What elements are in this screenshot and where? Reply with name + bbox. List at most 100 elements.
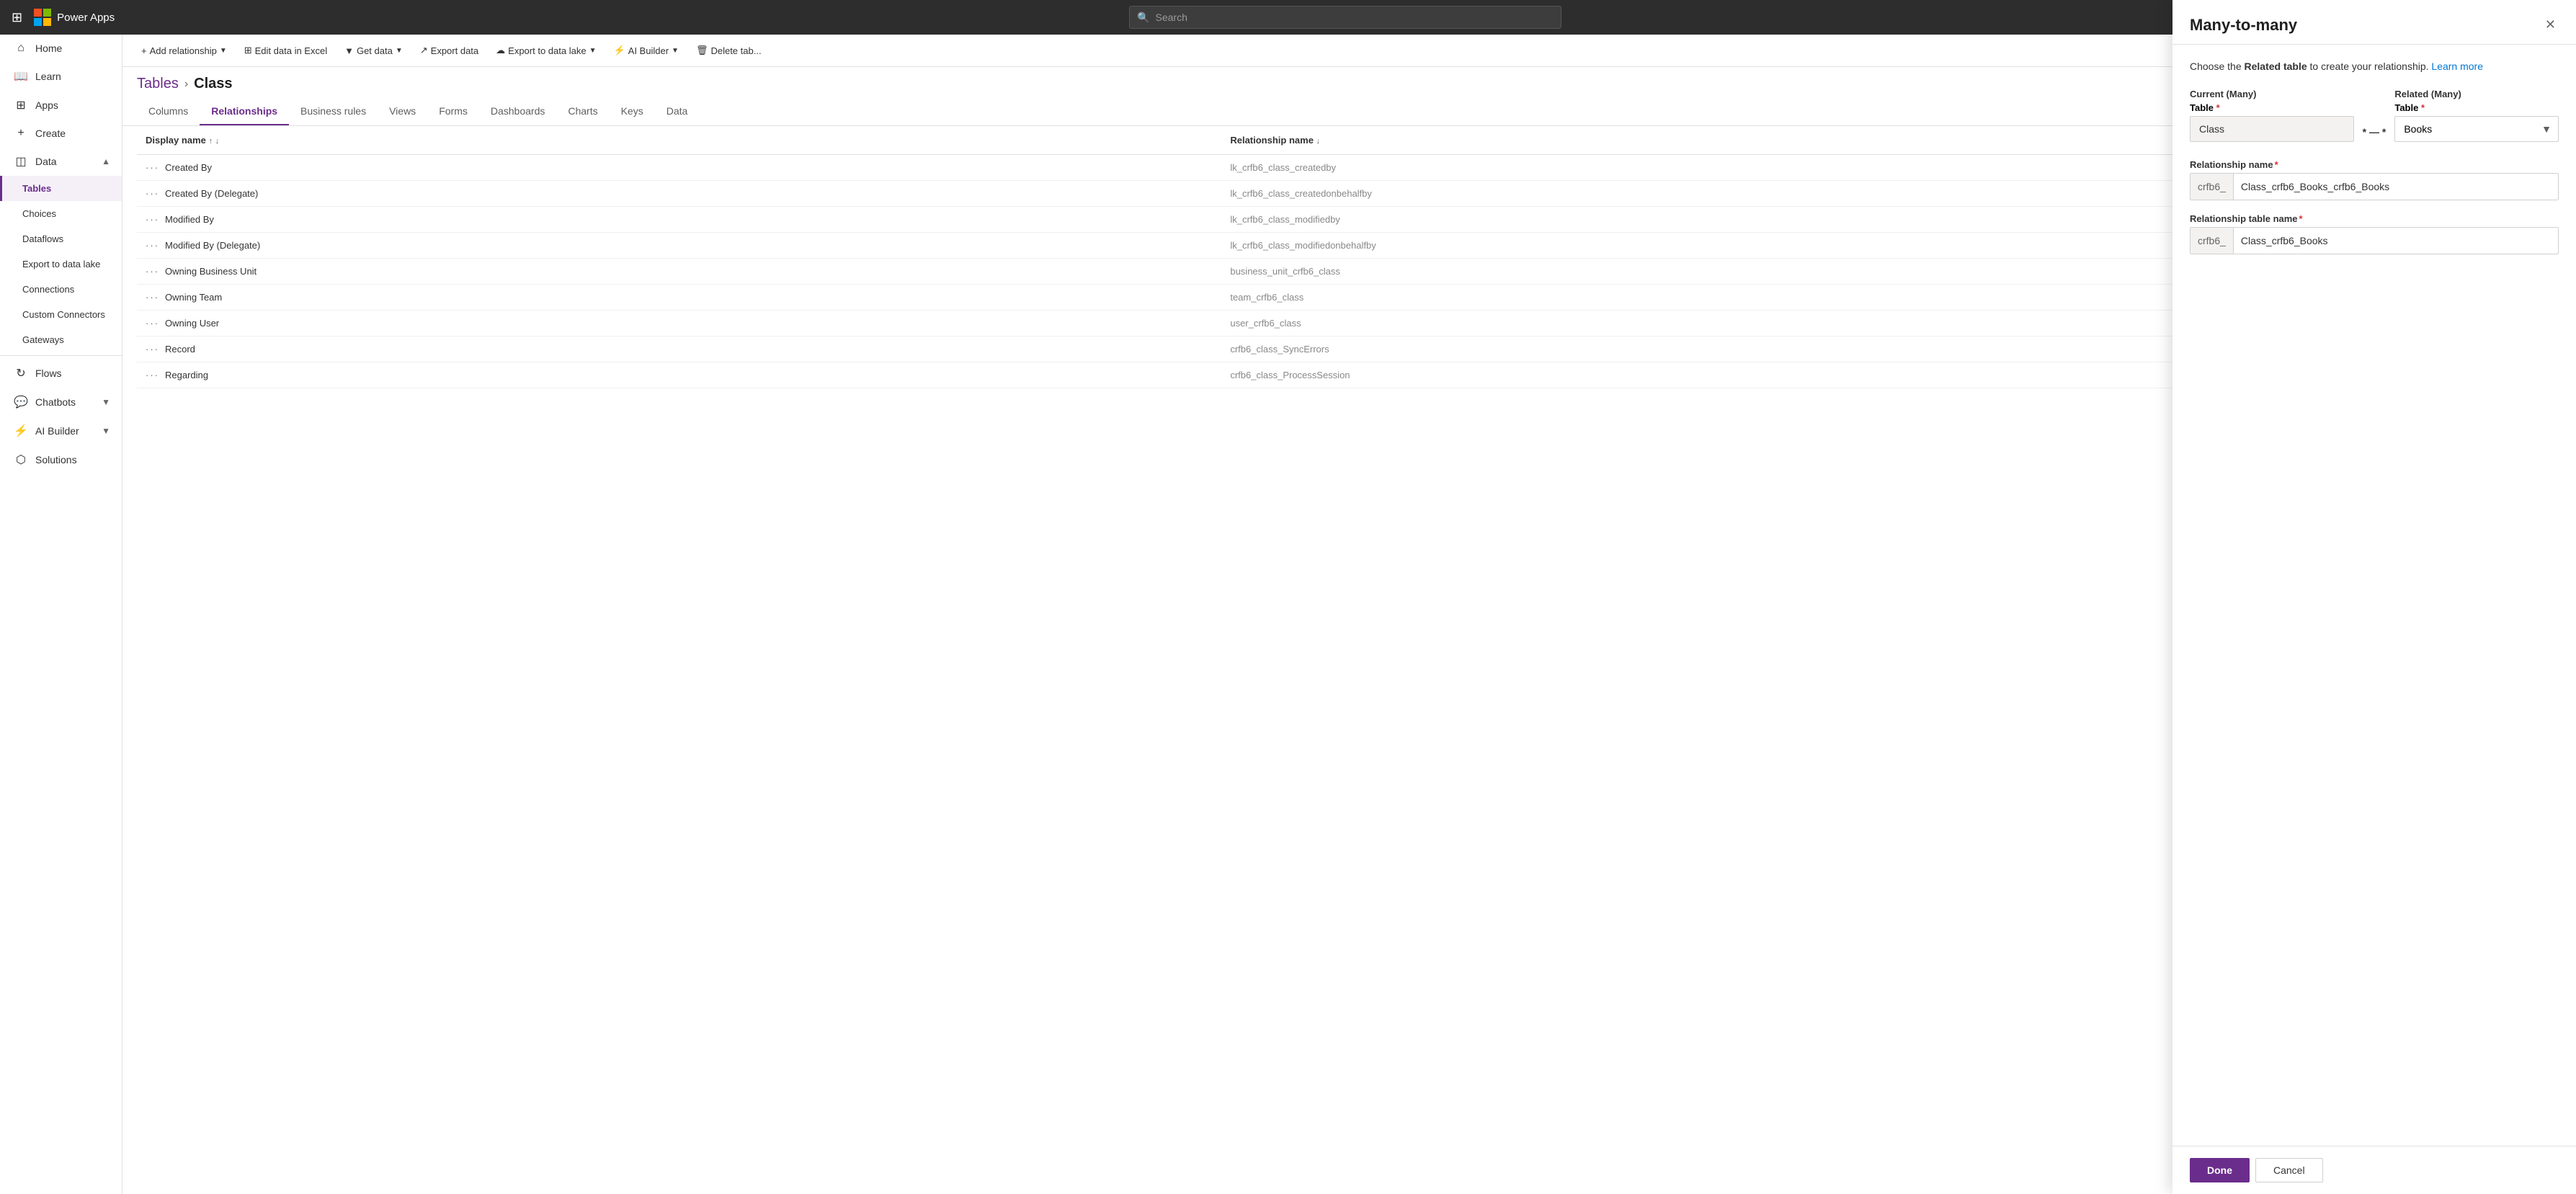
related-table-select-wrapper[interactable]: Books Account Contact Lead ▼: [2394, 116, 2559, 142]
display-name-cell: Created By: [165, 162, 212, 173]
tab-business-rules[interactable]: Business rules: [289, 98, 378, 125]
add-relationship-chevron-icon: ▼: [220, 47, 227, 55]
sidebar-item-export-lake[interactable]: Export to data lake: [0, 251, 122, 277]
tables-label: Tables: [22, 183, 51, 194]
row-actions[interactable]: ···: [146, 162, 159, 173]
edit-excel-label: Edit data in Excel: [255, 45, 327, 56]
dataflows-label: Dataflows: [22, 233, 63, 244]
current-table-col: Current (Many) Table * Class: [2190, 89, 2354, 142]
sidebar-item-gateways[interactable]: Gateways: [0, 327, 122, 352]
tab-dashboards[interactable]: Dashboards: [479, 98, 557, 125]
sidebar-item-chatbots[interactable]: 💬 Chatbots ▼: [0, 388, 122, 416]
chatbots-chevron-icon: ▼: [102, 397, 110, 407]
breadcrumb-parent[interactable]: Tables: [137, 76, 179, 92]
display-name-cell: Created By (Delegate): [165, 188, 258, 199]
row-actions[interactable]: ···: [146, 240, 159, 251]
cancel-button[interactable]: Cancel: [2255, 1158, 2323, 1182]
create-icon: +: [14, 127, 28, 140]
relationship-table-name-input[interactable]: [2234, 228, 2558, 254]
sidebar-item-dataflows[interactable]: Dataflows: [0, 226, 122, 251]
sidebar-item-flows[interactable]: ↻ Flows: [0, 359, 122, 388]
sidebar-item-custom-connectors[interactable]: Custom Connectors: [0, 302, 122, 327]
solutions-label: Solutions: [35, 454, 77, 465]
tab-data[interactable]: Data: [655, 98, 700, 125]
add-relationship-button[interactable]: + Add relationship ▼: [134, 41, 234, 61]
search-bar[interactable]: 🔍: [1129, 6, 1561, 29]
learn-more-link[interactable]: Learn more: [2431, 61, 2483, 72]
relationship-connector: * — *: [2363, 126, 2386, 142]
get-data-chevron-icon: ▼: [396, 47, 403, 55]
row-actions[interactable]: ···: [146, 318, 159, 329]
ai-icon: ⚡: [613, 45, 625, 56]
search-icon: 🔍: [1137, 12, 1149, 24]
panel-body: Choose the Related table to create your …: [2172, 45, 2576, 1146]
solutions-icon: ⬡: [14, 453, 28, 467]
connections-label: Connections: [22, 284, 74, 295]
display-name-cell: Record: [165, 344, 195, 355]
export-data-button[interactable]: ↗ Export data: [413, 40, 486, 61]
sidebar-item-tables[interactable]: Tables: [0, 176, 122, 201]
sidebar-item-create[interactable]: + Create: [0, 120, 122, 147]
sidebar-item-data[interactable]: ◫ Data ▲: [0, 147, 122, 176]
learn-icon: 📖: [14, 69, 28, 84]
sidebar-item-connections[interactable]: Connections: [0, 277, 122, 302]
relationship-name-input[interactable]: [2234, 174, 2558, 200]
delete-button[interactable]: 🗑 Delete tab...: [689, 40, 769, 61]
tab-columns[interactable]: Columns: [137, 98, 200, 125]
tab-charts[interactable]: Charts: [556, 98, 609, 125]
row-actions[interactable]: ···: [146, 266, 159, 277]
display-name-cell: Modified By (Delegate): [165, 240, 260, 251]
apps-icon: ⊞: [14, 98, 28, 112]
waffle-icon[interactable]: ⊞: [9, 7, 25, 28]
cloud-icon: ☁: [496, 45, 505, 56]
row-actions[interactable]: ···: [146, 370, 159, 380]
sidebar-item-ai-builder[interactable]: ⚡ AI Builder ▼: [0, 416, 122, 445]
related-table-select[interactable]: Books Account Contact Lead: [2394, 116, 2559, 142]
sidebar-item-label: Data: [35, 156, 57, 167]
relationship-table-name-prefix: crfb6_: [2191, 228, 2234, 254]
sidebar-item-choices[interactable]: Choices: [0, 201, 122, 226]
export-lake-label: Export to data lake: [508, 45, 586, 56]
flows-icon: ↻: [14, 366, 28, 380]
col-header-display-name[interactable]: Display name ↑ ↓: [137, 126, 1221, 155]
sidebar: ⌂ Home 📖 Learn ⊞ Apps + Create ◫ Data ▲ …: [0, 35, 122, 1194]
excel-icon: ⊞: [244, 45, 252, 56]
ai-builder-button[interactable]: ⚡ AI Builder ▼: [606, 40, 685, 61]
data-chevron-icon: ▲: [102, 156, 110, 166]
sort-asc-icon: ↑: [208, 137, 213, 146]
delete-label: Delete tab...: [710, 45, 761, 56]
get-data-button[interactable]: ▼ Get data ▼: [337, 41, 410, 61]
sidebar-item-label: Learn: [35, 71, 61, 82]
relationship-table-name-input-group[interactable]: crfb6_: [2190, 227, 2559, 254]
app-logo: Power Apps: [34, 9, 115, 26]
current-table-label: Table *: [2190, 102, 2354, 113]
choices-label: Choices: [22, 208, 56, 219]
delete-icon: 🗑: [696, 45, 708, 56]
row-actions[interactable]: ···: [146, 188, 159, 199]
ai-builder-chevron-icon: ▼: [102, 426, 110, 436]
export-lake-button[interactable]: ☁ Export to data lake ▼: [489, 40, 603, 61]
relationship-name-input-group[interactable]: crfb6_: [2190, 173, 2559, 200]
row-actions[interactable]: ···: [146, 344, 159, 355]
sidebar-item-label: Create: [35, 128, 66, 139]
current-section-header: Current (Many): [2190, 89, 2354, 99]
sidebar-item-home[interactable]: ⌂ Home: [0, 35, 122, 62]
edit-excel-button[interactable]: ⊞ Edit data in Excel: [237, 40, 334, 61]
row-actions[interactable]: ···: [146, 292, 159, 303]
tab-keys[interactable]: Keys: [610, 98, 655, 125]
sidebar-item-solutions[interactable]: ⬡ Solutions: [0, 445, 122, 474]
sidebar-item-learn[interactable]: 📖 Learn: [0, 62, 122, 91]
many-to-many-panel: Many-to-many ✕ Choose the Related table …: [2172, 35, 2576, 1194]
panel-header: Many-to-many ✕: [2172, 35, 2576, 45]
row-actions[interactable]: ···: [146, 214, 159, 225]
search-input[interactable]: [1156, 12, 1554, 23]
tab-views[interactable]: Views: [378, 98, 427, 125]
relationship-table-name-label: Relationship table name *: [2190, 213, 2559, 224]
sidebar-item-apps[interactable]: ⊞ Apps: [0, 91, 122, 120]
done-button[interactable]: Done: [2190, 1158, 2250, 1182]
required-star-2: *: [2421, 102, 2425, 113]
display-name-label: Display name: [146, 135, 206, 146]
export-icon: ↗: [420, 45, 428, 56]
tab-forms[interactable]: Forms: [427, 98, 479, 125]
tab-relationships[interactable]: Relationships: [200, 98, 289, 125]
